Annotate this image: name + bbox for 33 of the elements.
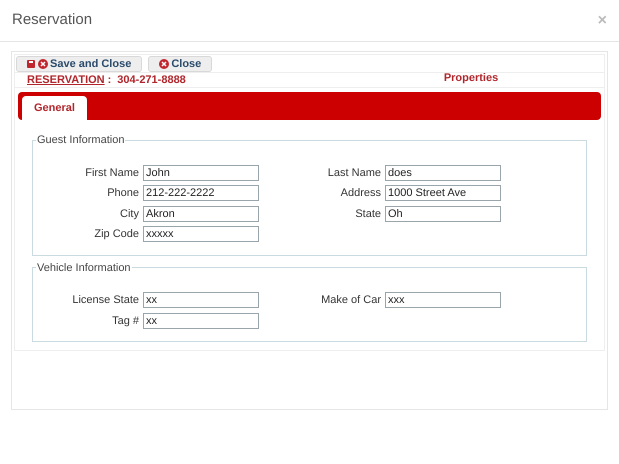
reservation-link[interactable]: RESERVATION [27,72,105,88]
input-field[interactable]: 212-222-2222 [143,185,259,202]
section-legend: Guest Information [36,132,126,148]
save-icon [27,60,35,68]
input-field[interactable]: xxxxx [143,226,259,242]
field-label: Address [340,186,382,201]
tab[interactable]: General [22,96,87,120]
window-title: Reservation [12,10,92,30]
field-label: Tag # [111,314,140,328]
close-icon [159,59,170,69]
input-field[interactable]: 1000 Street Ave [385,185,501,202]
field-label: Last Name [326,166,382,180]
input-field[interactable]: Akron [143,206,259,222]
input-field[interactable]: John [143,164,259,181]
field-label: City [119,206,140,222]
toolbar-button[interactable]: Save and Close [16,56,142,72]
input-field[interactable]: xxx [385,292,501,308]
section-legend: Vehicle Information [36,260,132,276]
toolbar-button[interactable]: Close [148,56,212,72]
field-label: Phone [106,186,140,201]
field-label: License State [71,293,140,308]
input-field[interactable]: xx [143,312,259,329]
input-field[interactable]: does [385,164,501,181]
field-label: Make of Car [320,293,382,308]
separator-text: : [108,72,112,88]
close-icon [38,59,48,69]
field-label: Zip Code [93,227,140,242]
properties-label: Properties [444,71,498,86]
input-field[interactable]: xx [143,292,259,308]
field-label: First Name [84,166,140,180]
phone-number: 304-271-8888 [117,72,186,88]
input-field[interactable]: Oh [385,206,501,222]
field-label: State [354,206,382,222]
